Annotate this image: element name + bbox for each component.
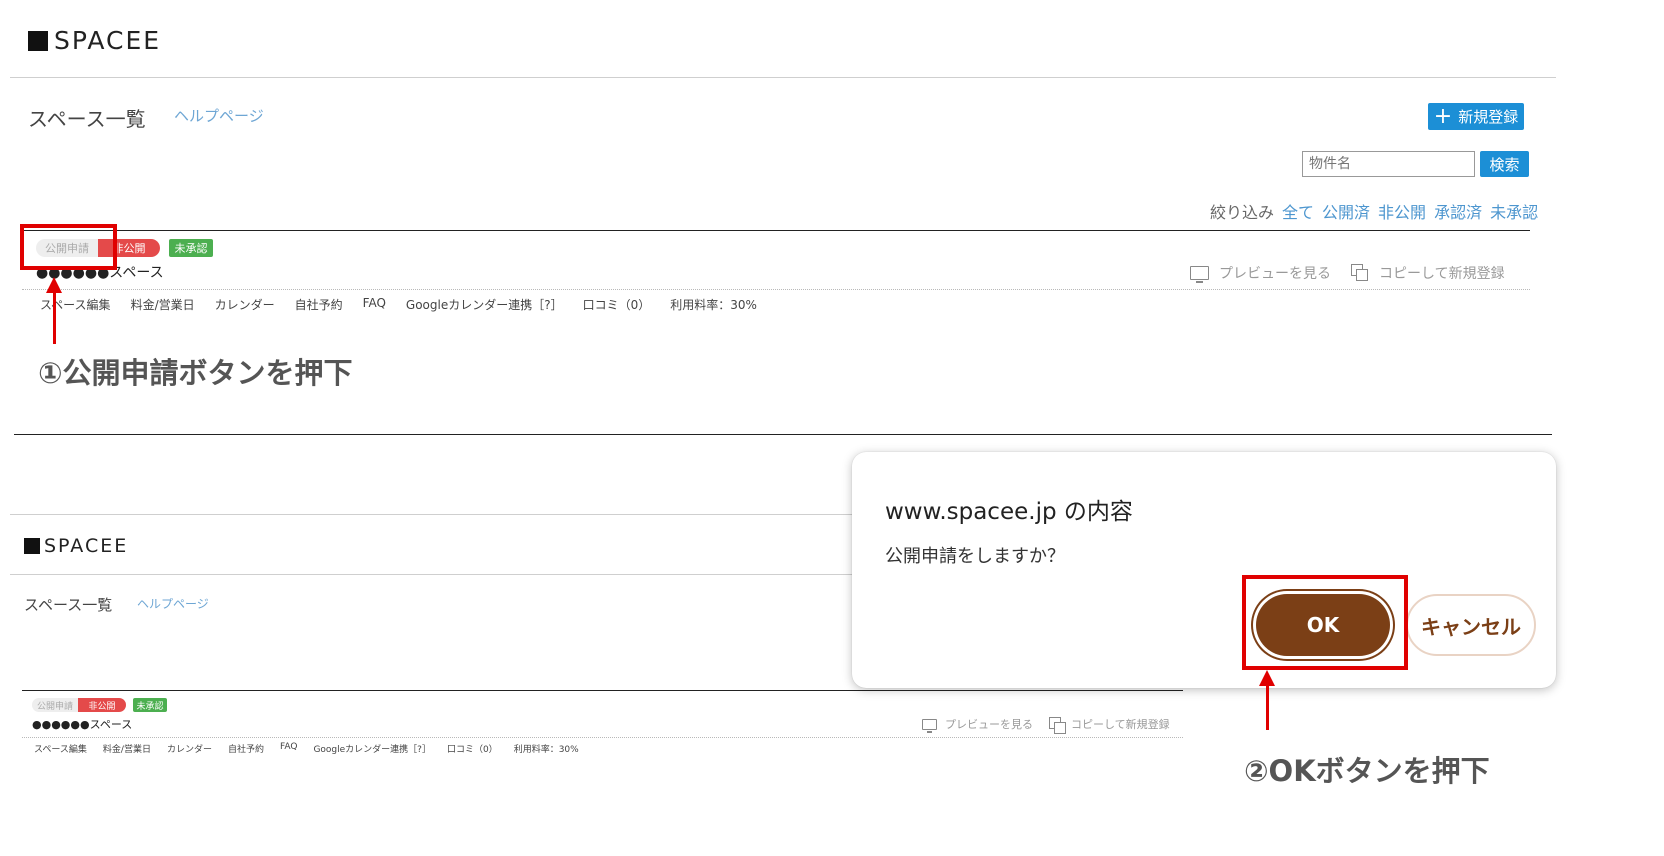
bottom-link-google-calendar[interactable]: Googleカレンダー連携［?］ (313, 742, 431, 755)
step2-highlight-box (1242, 575, 1408, 670)
top-logo-text: SPACEE (54, 26, 162, 55)
filter-bar: 絞り込み 全て 公開済 非公開 承認済 未承認 (1210, 199, 1538, 223)
bottom-top-divider (10, 514, 852, 515)
dialog-message: 公開申請をしますか？ (885, 546, 1065, 567)
top-link-google-calendar[interactable]: Googleカレンダー連携［?］ (406, 296, 563, 313)
top-logo[interactable]: SPACEE (28, 26, 161, 55)
bottom-copy-icon (1049, 717, 1066, 734)
top-list-divider (22, 230, 1530, 231)
top-copy-new-link[interactable]: コピーして新規登録 (1379, 263, 1505, 283)
top-fee-rate: 利用料率：30% (670, 298, 757, 312)
bottom-fee-rate: 利用料率：30% (513, 745, 579, 755)
step1-annotation: ①公開申請ボタンを押下 (38, 356, 353, 390)
step2-annotation: ②OKボタンを押下 (1244, 754, 1490, 788)
monitor-icon (1190, 266, 1209, 283)
bottom-help-link[interactable]: ヘルプページ (137, 595, 209, 612)
top-link-own-booking[interactable]: 自社予約 (295, 296, 343, 313)
filter-private[interactable]: 非公開 (1378, 199, 1426, 223)
bottom-link-calendar[interactable]: カレンダー (167, 742, 212, 755)
step2-arrow-line (1266, 685, 1269, 730)
bottom-link-reviews[interactable]: 口コミ（0） (447, 742, 498, 755)
filter-all[interactable]: 全て (1282, 199, 1314, 223)
bottom-unapproved-badge: 未承認 (133, 698, 167, 712)
dialog-cancel-button[interactable]: キャンセル (1406, 594, 1536, 656)
screens-separator (14, 434, 1552, 435)
top-link-pricing[interactable]: 料金/営業日 (131, 296, 195, 313)
top-help-link[interactable]: ヘルプページ (174, 105, 264, 126)
bottom-row-dotted-divider (22, 737, 1183, 738)
filter-approved[interactable]: 承認済 (1434, 199, 1482, 223)
logo-square-icon (28, 30, 48, 51)
bottom-space-name[interactable]: ●●●●●●スペース (32, 716, 132, 732)
step1-arrow-head (46, 277, 62, 293)
filter-published[interactable]: 公開済 (1322, 199, 1370, 223)
bottom-link-pricing[interactable]: 料金/営業日 (103, 742, 151, 755)
bottom-logo[interactable]: SPACEE (24, 535, 128, 557)
confirm-dialog: www.spacee.jp の内容 公開申請をしますか？ OK キャンセル (852, 452, 1556, 688)
new-register-button[interactable]: + 新規登録 (1428, 103, 1524, 130)
top-link-reviews[interactable]: 口コミ（0） (583, 296, 651, 313)
dialog-title: www.spacee.jp の内容 (885, 499, 1133, 525)
new-register-label: 新規登録 (1458, 108, 1519, 126)
top-unapproved-badge: 未承認 (169, 239, 213, 257)
top-space-links: スペース編集 料金/営業日 カレンダー 自社予約 FAQ Googleカレンダー… (40, 296, 757, 313)
bottom-private-badge: 非公開 (78, 698, 126, 712)
step2-arrow-head (1259, 670, 1275, 686)
step1-arrow-line (53, 292, 56, 344)
bottom-logo-text: SPACEE (44, 535, 129, 557)
bottom-monitor-icon (922, 718, 937, 733)
bottom-space-links: スペース編集 料金/営業日 カレンダー 自社予約 FAQ Googleカレンダー… (34, 742, 579, 755)
top-row-dotted-divider (22, 289, 1530, 290)
bottom-page-title: スペース一覧 (24, 596, 113, 614)
bottom-header-divider (10, 574, 852, 575)
top-preview-link[interactable]: プレビューを見る (1219, 263, 1331, 283)
top-page-title: スペース一覧 (28, 107, 146, 131)
bottom-logo-square-icon (24, 538, 40, 554)
top-row-actions: プレビューを見る コピーして新規登録 (1190, 263, 1505, 283)
top-link-edit[interactable]: スペース編集 (40, 296, 111, 313)
top-link-calendar[interactable]: カレンダー (215, 296, 275, 313)
bottom-list-divider (22, 690, 1183, 691)
search-button[interactable]: 検索 (1480, 151, 1529, 177)
step1-highlight-box (20, 224, 117, 270)
bottom-link-faq[interactable]: FAQ (280, 742, 297, 755)
bottom-preview-link[interactable]: プレビューを見る (945, 716, 1033, 732)
filter-unapproved[interactable]: 未承認 (1490, 199, 1538, 223)
filter-label: 絞り込み (1210, 203, 1275, 222)
bottom-link-edit[interactable]: スペース編集 (34, 742, 87, 755)
bottom-row-actions: プレビューを見る コピーして新規登録 (922, 716, 1170, 734)
copy-icon (1351, 264, 1369, 282)
property-search-input[interactable] (1302, 151, 1475, 177)
top-header-divider (10, 77, 1556, 78)
top-link-faq[interactable]: FAQ (363, 296, 386, 313)
plus-icon: + (1433, 103, 1453, 129)
bottom-copy-new-link[interactable]: コピーして新規登録 (1071, 716, 1170, 732)
bottom-apply-public-button[interactable]: 公開申請 (32, 698, 78, 712)
bottom-link-own-booking[interactable]: 自社予約 (228, 742, 264, 755)
